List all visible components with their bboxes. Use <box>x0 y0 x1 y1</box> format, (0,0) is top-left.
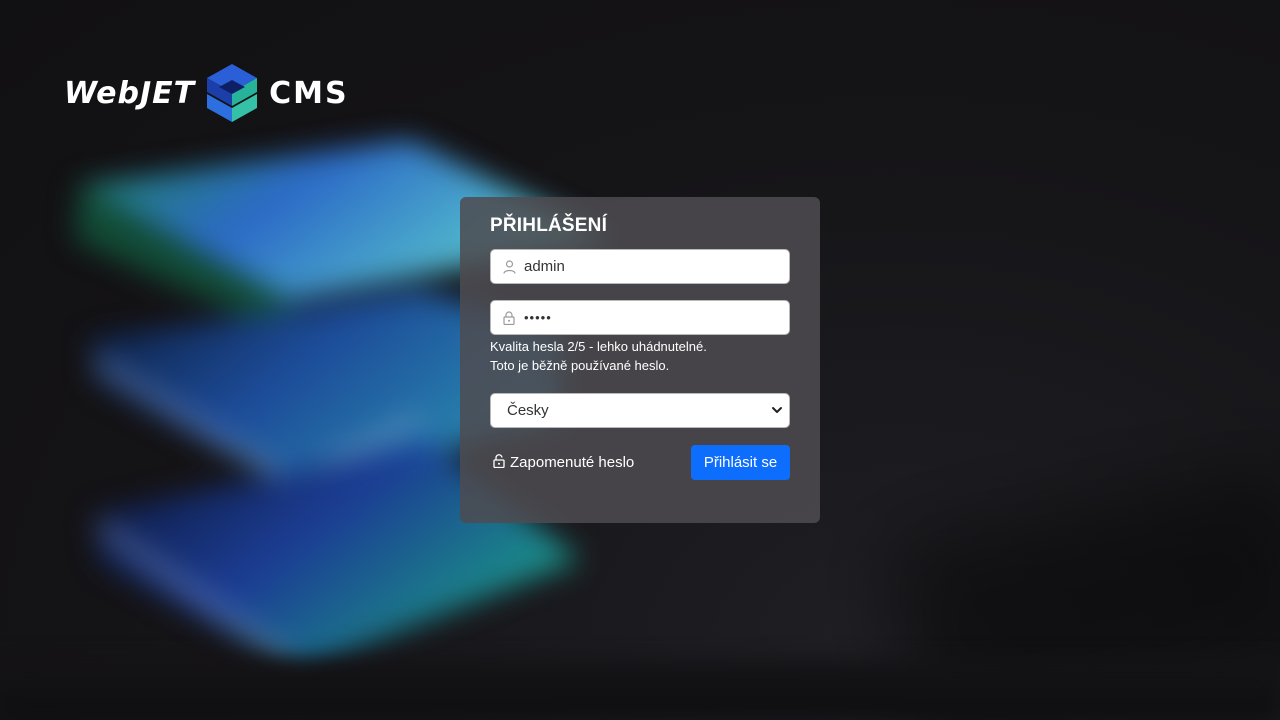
password-hint-line-2: Toto je běžně používané heslo. <box>490 358 670 373</box>
language-select[interactable]: Česky <box>490 393 790 428</box>
lock-icon <box>502 310 516 325</box>
forgot-password-label: Zapomenuté heslo <box>510 454 635 471</box>
password-strength-hint: Kvalita hesla 2/5 - lehko uhádnutelné. T… <box>490 337 790 375</box>
login-card: PŘIHLÁŠENÍ admin ••••• Kvalita hesla 2/5… <box>460 197 820 523</box>
background-floor <box>0 660 1280 720</box>
password-value: ••••• <box>524 310 552 325</box>
webjet-cms-logo: WebJET CMS <box>64 64 349 122</box>
username-field[interactable]: admin <box>490 249 790 284</box>
login-actions: Zapomenuté heslo Přihlásit se <box>490 445 790 480</box>
webjet-cube-logo-icon <box>207 64 258 122</box>
login-page: WebJET CMS PŘIHLÁŠENÍ admin ••••• Kvalit… <box>0 0 1280 720</box>
logo-text-webjet: WebJET <box>64 75 196 111</box>
user-icon <box>502 259 516 274</box>
chevron-down-icon <box>771 401 783 420</box>
unlock-icon <box>493 453 505 472</box>
logo-text-cms: CMS <box>269 75 349 111</box>
language-selected-value: Česky <box>507 402 549 419</box>
password-hint-line-1: Kvalita hesla 2/5 - lehko uhádnutelné. <box>490 339 707 354</box>
forgot-password-link[interactable]: Zapomenuté heslo <box>493 453 635 472</box>
username-value: admin <box>524 258 565 275</box>
login-button[interactable]: Přihlásit se <box>691 445 790 480</box>
password-field[interactable]: ••••• <box>490 300 790 335</box>
login-title: PŘIHLÁŠENÍ <box>490 215 608 236</box>
